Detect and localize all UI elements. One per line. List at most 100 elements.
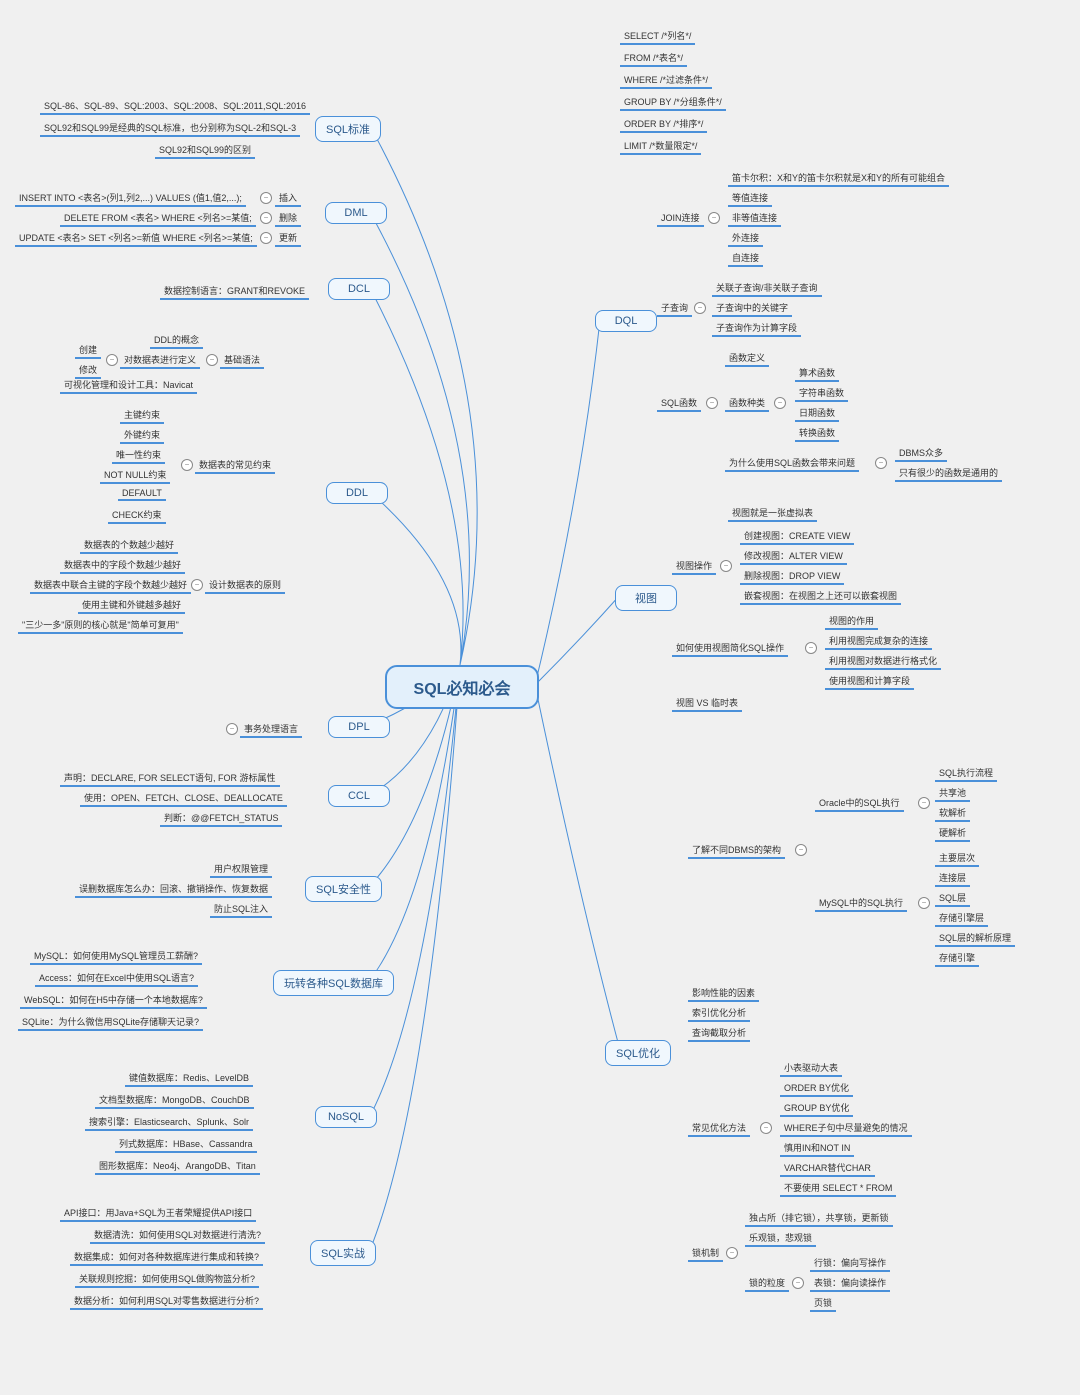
sub: 视图操作 <box>672 558 716 575</box>
toggle-icon[interactable]: − <box>706 397 718 409</box>
leaf: 外连接 <box>728 230 763 247</box>
leaf: DELETE FROM <表名> WHERE <列名>=某值; <box>60 210 256 227</box>
toggle-icon[interactable]: − <box>226 723 238 735</box>
toggle-icon[interactable]: − <box>875 457 887 469</box>
leaf: DBMS众多 <box>895 445 947 462</box>
leaf: 使用视图和计算字段 <box>825 673 914 690</box>
leaf: 为什么使用SQL函数会带来问题 <box>725 455 859 472</box>
sub: JOIN连接 <box>657 210 704 227</box>
toggle-icon[interactable]: − <box>726 1247 738 1259</box>
branch-opt[interactable]: SQL优化 <box>605 1040 671 1066</box>
leaf: 主要层次 <box>935 850 979 867</box>
leaf: 锁的粒度 <box>745 1275 789 1292</box>
leaf: MySQL：如何使用MySQL管理员工薪酬? <box>30 948 202 965</box>
leaf: 只有很少的函数是通用的 <box>895 465 1002 482</box>
branch-ddl[interactable]: DDL <box>326 482 388 504</box>
leaf: 唯一性约束 <box>112 447 165 464</box>
toggle-icon[interactable]: − <box>181 459 193 471</box>
leaf: 可视化管理和设计工具：Navicat <box>60 377 197 394</box>
center-node: SQL必知必会 <box>385 665 539 709</box>
leaf: 算术函数 <box>795 365 839 382</box>
leaf: 更新 <box>275 230 301 247</box>
leaf: DDL的概念 <box>150 332 203 349</box>
leaf: 误删数据库怎么办：回滚、撤销操作、恢复数据 <box>75 881 272 898</box>
toggle-icon[interactable]: − <box>795 844 807 856</box>
leaf: 存储引擎层 <box>935 910 988 927</box>
leaf: 数据表中联合主键的字段个数越少越好 <box>30 577 191 594</box>
toggle-icon[interactable]: − <box>918 797 930 809</box>
leaf: 查询截取分析 <box>688 1025 750 1042</box>
leaf: 子查询作为计算字段 <box>712 320 801 337</box>
leaf: WHERE子句中尽量避免的情况 <box>780 1120 912 1137</box>
leaf: 防止SQL注入 <box>210 901 272 918</box>
leaf: 不要使用 SELECT * FROM <box>780 1180 896 1197</box>
leaf: 连接层 <box>935 870 970 887</box>
leaf: 使用主键和外键越多越好 <box>78 597 185 614</box>
leaf: 插入 <box>275 190 301 207</box>
leaf: API接口：用Java+SQL为王者荣耀提供API接口 <box>60 1205 256 1222</box>
leaf: 存储引擎 <box>935 950 979 967</box>
toggle-icon[interactable]: − <box>694 302 706 314</box>
leaf: VARCHAR替代CHAR <box>780 1160 875 1177</box>
leaf: 软解析 <box>935 805 970 822</box>
branch-dql[interactable]: DQL <box>595 310 657 332</box>
leaf: 乐观锁，悲观锁 <box>745 1230 816 1247</box>
toggle-icon[interactable]: − <box>720 560 732 572</box>
branch-practice[interactable]: SQL实战 <box>310 1240 376 1266</box>
leaf: 行锁：偏向写操作 <box>810 1255 890 1272</box>
leaf: 搜索引擎：Elasticsearch、Splunk、Solr <box>85 1114 253 1131</box>
branch-sec[interactable]: SQL安全性 <box>305 876 382 902</box>
leaf: 主键约束 <box>120 407 164 424</box>
branch-nosql[interactable]: NoSQL <box>315 1106 377 1128</box>
branch-dcl[interactable]: DCL <box>328 278 390 300</box>
toggle-icon[interactable]: − <box>191 579 203 591</box>
leaf: 视图的作用 <box>825 613 878 630</box>
leaf: 小表驱动大表 <box>780 1060 842 1077</box>
toggle-icon[interactable]: − <box>708 212 720 224</box>
branch-dpl[interactable]: DPL <box>328 716 390 738</box>
leaf: GROUP BY /*分组条件*/ <box>620 94 726 111</box>
sub: SQL函数 <box>657 395 701 412</box>
toggle-icon[interactable]: − <box>260 232 272 244</box>
leaf: SQL92和SQL99的区别 <box>155 142 255 159</box>
sub: 了解不同DBMS的架构 <box>688 842 785 859</box>
leaf: CHECK约束 <box>108 507 166 524</box>
leaf: 使用：OPEN、FETCH、CLOSE、DEALLOCATE <box>80 790 287 807</box>
leaf: 列式数据库：HBase、Cassandra <box>115 1136 257 1153</box>
leaf: UPDATE <表名> SET <列名>=新值 WHERE <列名>=某值; <box>15 230 257 247</box>
toggle-icon[interactable]: − <box>918 897 930 909</box>
leaf: WebSQL：如何在H5中存储一个本地数据库? <box>20 992 207 1009</box>
leaf: 视图 VS 临时表 <box>672 695 742 712</box>
leaf: 影响性能的因素 <box>688 985 759 1002</box>
toggle-icon[interactable]: − <box>792 1277 804 1289</box>
branch-sql-std[interactable]: SQL标准 <box>315 116 381 142</box>
toggle-icon[interactable]: − <box>774 397 786 409</box>
leaf: Access：如何在Excel中使用SQL语言? <box>35 970 198 987</box>
branch-ccl[interactable]: CCL <box>328 785 390 807</box>
toggle-icon[interactable]: − <box>206 354 218 366</box>
toggle-icon[interactable]: − <box>260 212 272 224</box>
leaf: SQLite：为什么微信用SQLite存储聊天记录? <box>18 1014 203 1031</box>
leaf: 数据表的个数越少越好 <box>80 537 178 554</box>
leaf: 嵌套视图：在视图之上还可以嵌套视图 <box>740 588 901 605</box>
toggle-icon[interactable]: − <box>260 192 272 204</box>
branch-view[interactable]: 视图 <box>615 585 677 611</box>
leaf: 创建 <box>75 342 101 359</box>
leaf: 对数据表进行定义 <box>120 352 200 369</box>
leaf: 图形数据库：Neo4j、ArangoDB、Titan <box>95 1158 260 1175</box>
leaf: 删除 <box>275 210 301 227</box>
sub: 基础语法 <box>220 352 264 369</box>
toggle-icon[interactable]: − <box>760 1122 772 1134</box>
leaf: SQL层 <box>935 890 970 907</box>
toggle-icon[interactable]: − <box>106 354 118 366</box>
leaf: 共享池 <box>935 785 970 802</box>
toggle-icon[interactable]: − <box>805 642 817 654</box>
leaf: 利用视图对数据进行格式化 <box>825 653 941 670</box>
leaf: 利用视图完成复杂的连接 <box>825 633 932 650</box>
branch-dml[interactable]: DML <box>325 202 387 224</box>
leaf: 函数定义 <box>725 350 769 367</box>
leaf: 视图就是一张虚拟表 <box>728 505 817 522</box>
leaf: INSERT INTO <表名>(列1,列2,...) VALUES (值1,值… <box>15 190 246 207</box>
branch-dbs[interactable]: 玩转各种SQL数据库 <box>273 970 394 996</box>
leaf: 键值数据库：Redis、LevelDB <box>125 1070 253 1087</box>
